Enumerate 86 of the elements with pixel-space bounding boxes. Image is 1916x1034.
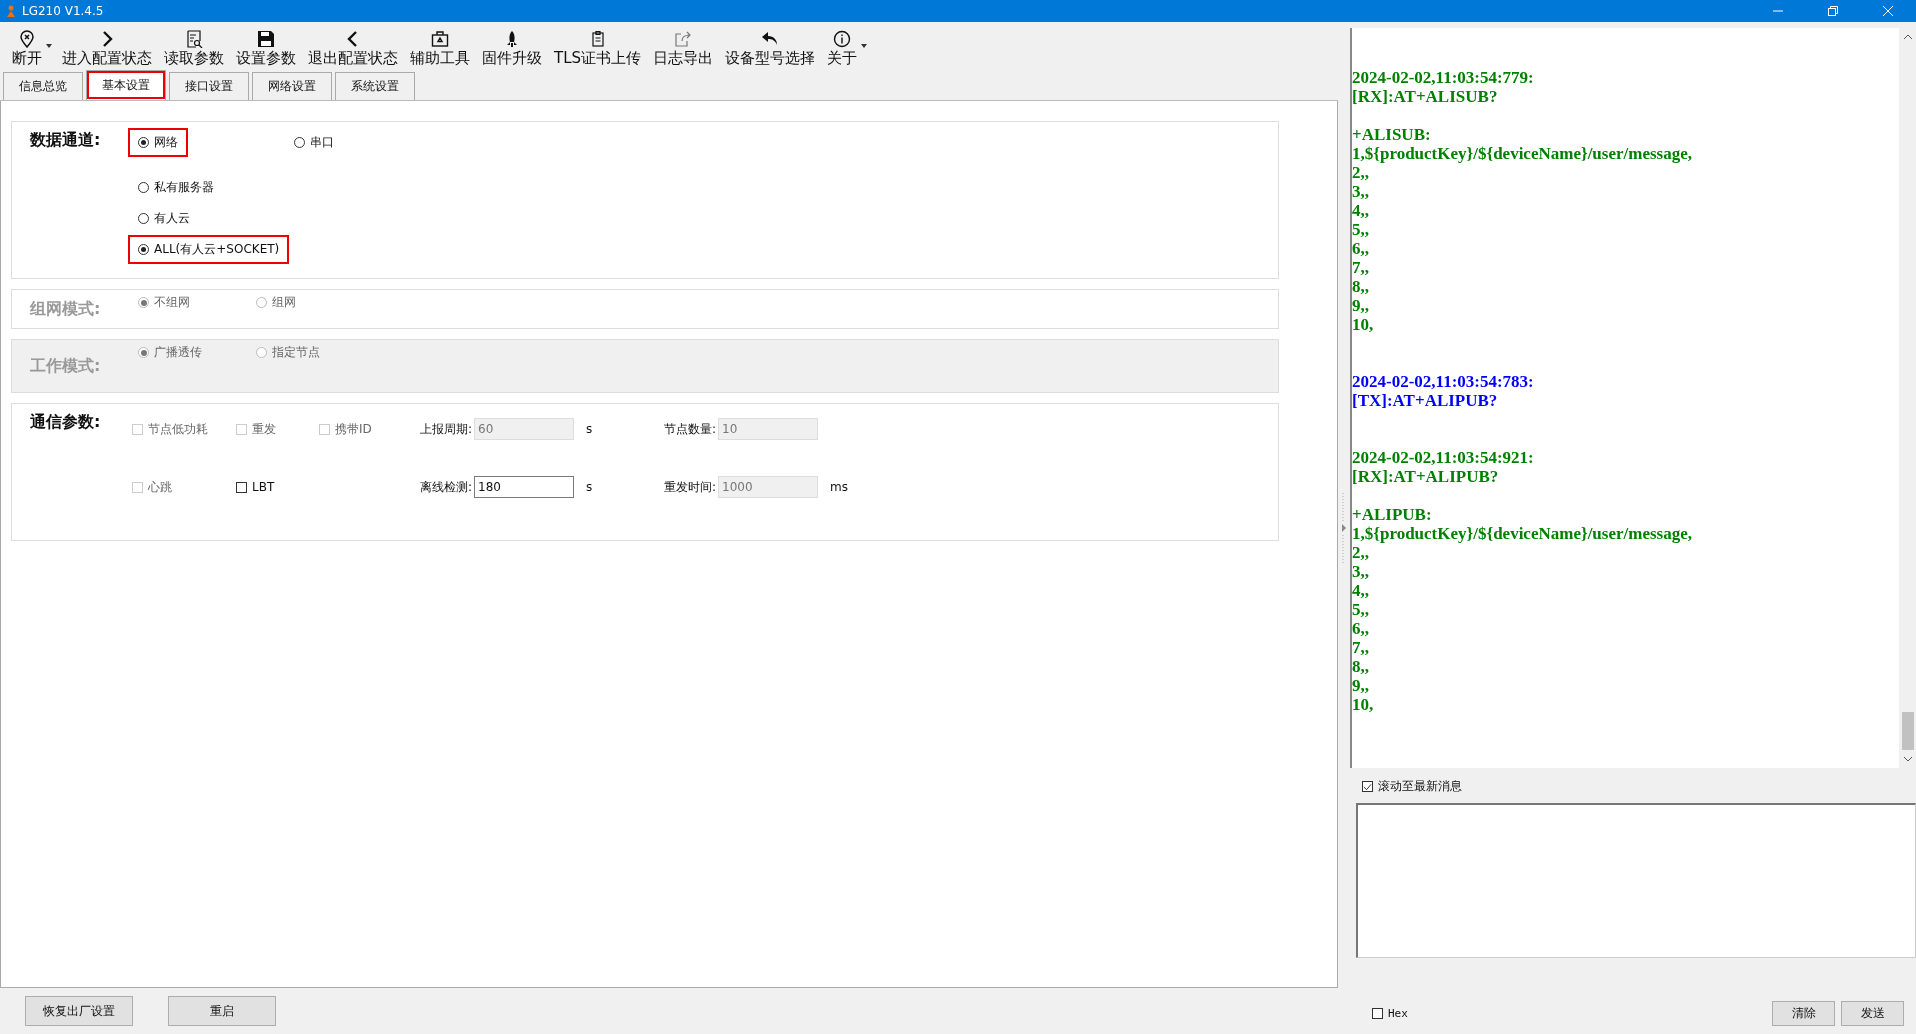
toolbar-button[interactable]: 进入配置状态 <box>56 28 158 70</box>
location-pin-icon <box>18 30 36 48</box>
log-line: 4,, <box>1352 581 1370 600</box>
unit-label: s <box>586 422 593 436</box>
log-line: 10, <box>1352 695 1375 714</box>
log-line: 2,, <box>1352 543 1370 562</box>
toolbar-button[interactable]: 辅助工具 <box>404 28 476 70</box>
splitter-handle-icon[interactable] <box>1341 493 1347 563</box>
checkbox[interactable]: 滚动至最新消息 <box>1360 776 1464 797</box>
log-line: 9,, <box>1352 676 1370 695</box>
toolbar-button[interactable]: 设置参数 <box>230 28 302 70</box>
log-line: 8,, <box>1352 277 1370 296</box>
action-button[interactable]: 清除 <box>1772 1001 1835 1026</box>
group-label: 数据通道: <box>30 130 102 151</box>
window-title: LG210 V1.4.5 <box>22 4 104 18</box>
share-icon <box>674 30 693 48</box>
scroll-down-icon[interactable] <box>1902 756 1913 762</box>
field-label: 重发时间: <box>664 478 717 496</box>
toolbar-button[interactable]: 关于 <box>821 28 864 70</box>
log-line: 1,${productKey}/${deviceName}/user/message, <box>1352 144 1693 163</box>
toolbar-button[interactable]: 读取参数 <box>158 28 230 70</box>
log-line: 5,, <box>1352 220 1370 239</box>
input-field[interactable]: 180 <box>474 476 575 498</box>
toolbar-button[interactable]: 退出配置状态 <box>302 28 404 70</box>
unit-label: ms <box>830 480 848 494</box>
toolbar-button[interactable]: 日志导出 <box>647 28 720 70</box>
log-line: 2024-02-02,11:03:54:921: <box>1352 448 1535 467</box>
log-line: 7,, <box>1352 638 1370 657</box>
toolbox-icon <box>431 30 449 48</box>
log-line: 2,, <box>1352 163 1370 182</box>
check-icon <box>1363 781 1372 792</box>
log-line: 2024-02-02,11:03:54:779: <box>1352 68 1535 87</box>
log-line: 3,, <box>1352 182 1370 201</box>
log-line: +ALIPUB: <box>1352 505 1433 524</box>
log-line: [TX]:AT+ALIPUB? <box>1352 391 1499 410</box>
log-line: 8,, <box>1352 657 1370 676</box>
unit-label: s <box>586 480 593 494</box>
app-icon <box>6 5 16 17</box>
tab[interactable]: 接口设置 <box>169 72 249 100</box>
document-search-icon <box>185 30 203 48</box>
log-line: 4,, <box>1352 201 1370 220</box>
checkbox[interactable]: Hex <box>1370 1005 1410 1022</box>
group-label: 组网模式: <box>30 298 102 320</box>
log-line: +ALISUB: <box>1352 125 1432 144</box>
log-line: 7,, <box>1352 258 1370 277</box>
field-label: 上报周期: <box>420 420 473 438</box>
log-line: 10, <box>1352 315 1375 334</box>
log-line: 2024-02-02,11:03:54:783: <box>1352 372 1535 391</box>
log-line: 6,, <box>1352 239 1370 258</box>
scroll-thumb[interactable] <box>1901 712 1914 750</box>
send-input-field[interactable] <box>1356 803 1916 958</box>
log-line: [RX]:AT+ALISUB? <box>1352 87 1499 106</box>
tab[interactable]: 网络设置 <box>252 72 332 100</box>
radio-option[interactable]: 串口 <box>286 130 443 155</box>
group-label: 通信参数: <box>30 412 102 433</box>
radio-option[interactable]: ALL(有人云+SOCKET) <box>130 237 288 262</box>
scroll-up-icon[interactable] <box>1902 34 1913 40</box>
toolbar-button[interactable]: 固件升级 <box>476 28 548 70</box>
log-line: 9,, <box>1352 296 1370 315</box>
field-label: 节点数量: <box>664 420 717 438</box>
radio-option[interactable]: 网络 <box>130 130 186 155</box>
save-icon <box>257 30 275 48</box>
toolbar-button[interactable]: 断开 <box>6 28 48 70</box>
radio-option[interactable]: 私有服务器 <box>130 175 222 200</box>
action-button[interactable]: 恢复出厂设置 <box>25 996 133 1026</box>
log-line: 5,, <box>1352 600 1370 619</box>
close-icon[interactable] <box>1883 6 1893 16</box>
action-button[interactable]: 重启 <box>168 996 276 1026</box>
tab[interactable]: 信息总览 <box>3 72 83 100</box>
restore-icon[interactable] <box>1828 6 1838 16</box>
field-label: 离线检测: <box>420 478 473 496</box>
toolbar-button[interactable]: 设备型号选择 <box>719 28 822 70</box>
log-line: 6,, <box>1352 619 1370 638</box>
radio-option[interactable]: 有人云 <box>130 206 198 231</box>
group-label: 工作模式: <box>30 355 102 377</box>
tab[interactable]: 系统设置 <box>335 72 415 100</box>
info-icon <box>833 30 852 48</box>
checkbox[interactable]: LBT <box>234 478 277 496</box>
dropdown-caret-icon[interactable] <box>861 44 868 48</box>
log-line: 1,${productKey}/${deviceName}/user/message, <box>1352 524 1693 543</box>
log-line: 3,, <box>1352 562 1370 581</box>
tab[interactable]: 基本设置 <box>86 70 166 100</box>
dropdown-caret-icon[interactable] <box>46 44 52 48</box>
toolbar-button[interactable]: TLS证书上传 <box>548 28 648 70</box>
action-button[interactable]: 发送 <box>1841 1001 1904 1026</box>
log-line: [RX]:AT+ALIPUB? <box>1352 467 1500 486</box>
